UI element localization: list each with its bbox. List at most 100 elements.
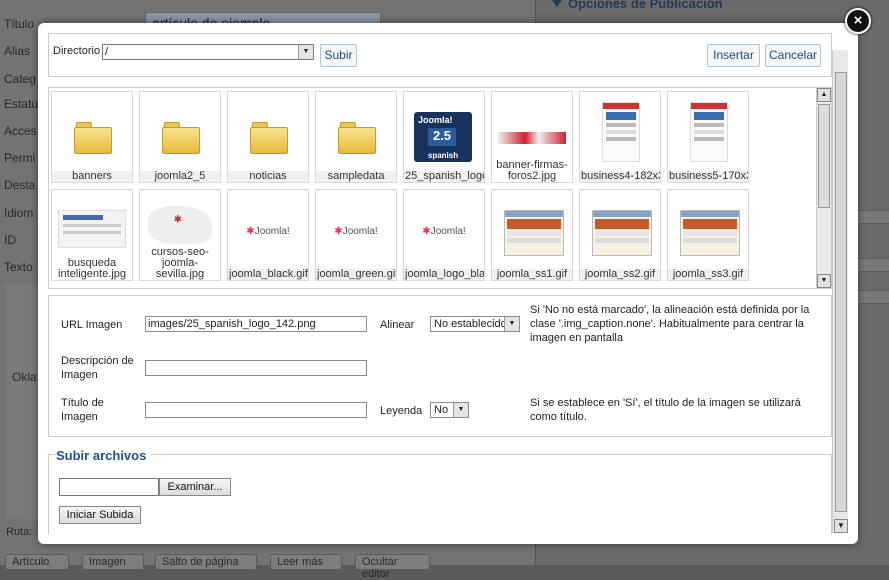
- banner-thumb: [498, 132, 566, 144]
- joomla-mark-icon: ✱: [174, 214, 182, 224]
- file-name: joomla2_5: [140, 171, 220, 182]
- editor-button: Salto de página: [155, 554, 257, 570]
- background-field-label: Acces: [4, 124, 37, 138]
- image-file-item[interactable]: ✱Joomla! joomla_logo_blac: [403, 189, 485, 281]
- background-field-label: Permi: [4, 151, 36, 165]
- editor-path: Ruta:: [6, 526, 33, 538]
- image-file-item[interactable]: busqueda inteligente.jpg: [51, 189, 133, 281]
- chevron-down-icon[interactable]: ▼: [504, 317, 519, 331]
- file-name: business5-170x3: [668, 171, 748, 182]
- joomla-logo-thumb: ✱Joomla!: [422, 226, 466, 237]
- webpage-thumb: [690, 102, 728, 162]
- folder-item[interactable]: joomla2_5: [139, 91, 221, 183]
- url-label: URL Imagen: [61, 319, 123, 331]
- file-name: business4-182x3: [580, 171, 660, 182]
- folder-item[interactable]: noticias: [227, 91, 309, 183]
- chevron-down-icon[interactable]: ▼: [298, 45, 313, 59]
- directory-select[interactable]: / ▼: [102, 44, 314, 60]
- thumb-lang: spanish: [427, 151, 459, 160]
- file-name: joomla_ss3.gif: [668, 269, 748, 280]
- upload-title: Subir archivos: [56, 448, 151, 463]
- align-value: No establecido: [434, 318, 507, 330]
- modal-scroll-thumb[interactable]: [835, 72, 847, 512]
- folder-icon: [338, 122, 376, 154]
- joomla-screenshot-thumb: [504, 210, 564, 256]
- file-path-input[interactable]: [59, 478, 159, 496]
- align-select[interactable]: No establecido ▼: [430, 316, 520, 332]
- file-name: joomla_logo_blac: [404, 269, 484, 280]
- file-name: joomla_ss2.gif: [580, 269, 660, 280]
- image-file-item[interactable]: business5-170x3: [667, 91, 749, 183]
- background-field-label: Texto: [4, 260, 33, 274]
- image-title-label: Título de Imagen: [61, 397, 104, 423]
- image-title-input[interactable]: [145, 402, 367, 418]
- image-file-item[interactable]: business4-182x3: [579, 91, 661, 183]
- background-field-label: Desta: [4, 178, 36, 192]
- editor-text: Okla: [12, 370, 37, 384]
- file-name: joomla_ss1.gif: [492, 269, 572, 280]
- directory-value: /: [105, 46, 109, 58]
- file-name: banners: [52, 171, 132, 182]
- editor-button: Ocultar editor: [355, 554, 430, 580]
- collapse-arrow-icon: [552, 0, 562, 7]
- file-name: joomla_black.gif: [228, 269, 308, 280]
- folder-item[interactable]: sampledata: [315, 91, 397, 183]
- cancel-button[interactable]: Cancelar: [765, 44, 821, 67]
- folder-icon: [74, 122, 112, 154]
- folder-icon: [162, 122, 200, 154]
- image-file-item[interactable]: joomla_ss3.gif: [667, 189, 749, 281]
- thumb-version: 2.5: [428, 128, 456, 146]
- background-field-label: ID: [4, 233, 16, 247]
- file-name: 25_spanish_logo: [404, 171, 484, 182]
- scroll-down-arrow-icon[interactable]: ▼: [834, 519, 848, 533]
- url-input[interactable]: images/25_spanish_logo_142.png: [145, 316, 367, 332]
- directory-up-button[interactable]: Subir: [320, 44, 357, 67]
- close-modal-button[interactable]: ×: [845, 8, 871, 34]
- start-upload-button[interactable]: Iniciar Subida: [59, 506, 141, 524]
- webpage-thumb: [602, 102, 640, 162]
- description-label: Descripción de Imagen: [61, 355, 134, 381]
- joomla-screenshot-thumb: [680, 210, 740, 256]
- editor-button: Artículo: [5, 554, 69, 570]
- scroll-up-arrow-icon[interactable]: ▲: [817, 88, 831, 102]
- caption-select[interactable]: No ▼: [430, 402, 469, 418]
- file-browser-grid: banners joomla2_5 noticias sampledata Joomla…: [48, 87, 832, 289]
- scroll-down-arrow-icon[interactable]: ▼: [817, 274, 831, 288]
- background-field-label: Alias: [4, 44, 31, 58]
- map-thumb: [148, 206, 212, 244]
- editor-button: Imagen: [82, 554, 144, 570]
- background-field-label: Título: [4, 17, 35, 31]
- file-name: noticias: [228, 171, 308, 182]
- joomla-logo-thumb: ✱Joomla!: [246, 226, 290, 237]
- folder-icon: [250, 122, 288, 154]
- image-file-item[interactable]: ✱Joomla! joomla_green.gif: [315, 189, 397, 281]
- caption-value: No: [434, 404, 449, 416]
- insert-button[interactable]: Insertar: [707, 44, 760, 67]
- modal-scrollbar[interactable]: ▼: [832, 50, 848, 533]
- caption-hint: Si se establece en 'Sí', el título de la…: [530, 397, 801, 423]
- browse-button[interactable]: Examinar...: [159, 478, 231, 496]
- file-grid-scroll-thumb[interactable]: [818, 104, 830, 208]
- folder-item[interactable]: banners: [51, 91, 133, 183]
- align-label: Alinear: [380, 319, 415, 331]
- file-grid-scrollbar[interactable]: ▲ ▼: [816, 88, 831, 288]
- editor-button: Leer más: [270, 554, 342, 570]
- screenshot-thumb: [58, 210, 126, 248]
- caption-label: Leyenda: [380, 405, 423, 417]
- thumb-brand: Joomla!: [418, 115, 453, 125]
- chevron-down-icon[interactable]: ▼: [453, 403, 468, 417]
- image-file-item[interactable]: Joomla! 2.5 spanish 25_spanish_logo: [403, 91, 485, 183]
- description-input[interactable]: [145, 360, 367, 376]
- side-strip: [858, 290, 889, 304]
- background-field-label: Estatu: [4, 97, 39, 111]
- directory-label: Directorio: [53, 45, 101, 57]
- background-field-label: Idiom: [4, 206, 34, 220]
- image-file-item[interactable]: ✱ cursos-seo-joomla-sevilla.jpg: [139, 189, 221, 281]
- joomla-logo-thumb: Joomla! 2.5 spanish: [414, 112, 472, 162]
- image-file-item[interactable]: banner-firmas-foros2.jpg: [491, 91, 573, 183]
- image-file-item[interactable]: joomla_ss1.gif: [491, 189, 573, 281]
- file-name: joomla_green.gif: [316, 269, 396, 280]
- file-name: busqueda inteligente.jpg: [52, 258, 132, 280]
- image-file-item[interactable]: joomla_ss2.gif: [579, 189, 661, 281]
- image-file-item[interactable]: ✱Joomla! joomla_black.gif: [227, 189, 309, 281]
